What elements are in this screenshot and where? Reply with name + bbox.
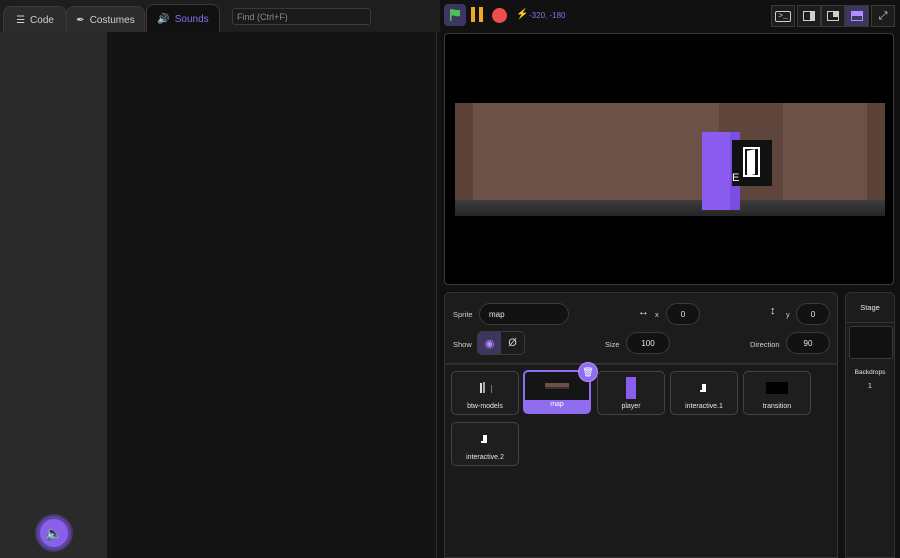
- trash-icon: 🗑: [582, 366, 594, 377]
- editor-tab-bar: ☰ Code ✒ Costumes 🔊 Sounds: [0, 0, 440, 33]
- stage-canvas[interactable]: E: [444, 33, 894, 285]
- direction-label: Direction: [750, 340, 780, 349]
- room-backdrop: [455, 103, 885, 216]
- size-input[interactable]: 100: [626, 332, 670, 354]
- editor-window: ☰ Code ✒ Costumes 🔊 Sounds 🔈 ⚡ -320, -18…: [0, 0, 900, 558]
- tab-code[interactable]: ☰ Code: [3, 6, 67, 33]
- sprite-tile-btw-models[interactable]: btw-models: [451, 371, 519, 415]
- sprite-tile-interactive-1[interactable]: interactive.1: [670, 371, 738, 415]
- transition-thumbnail: [766, 382, 788, 394]
- stop-button[interactable]: [492, 8, 507, 23]
- tab-code-label: Code: [30, 14, 54, 26]
- sprite-tile-name: interactive.2: [466, 454, 504, 461]
- pause-icon-bar: [479, 7, 483, 22]
- terminal-button[interactable]: >_: [771, 5, 795, 27]
- vertical-arrows-icon: ↕: [770, 305, 776, 317]
- sprite-thumbnail: [452, 375, 518, 401]
- sprite-thumbnail: [598, 375, 664, 401]
- visibility-toggle: ◉ Ø: [477, 331, 525, 355]
- small-stage-icon: [827, 11, 839, 21]
- small-stage-button[interactable]: [821, 5, 845, 27]
- sprite-tile-map[interactable]: map 🗑: [523, 362, 598, 414]
- large-stage-button[interactable]: [845, 5, 869, 27]
- sprite-thumbnail: [671, 375, 737, 401]
- show-sprite-button[interactable]: ◉: [478, 332, 501, 354]
- stage-pane-title: Stage: [846, 293, 894, 323]
- door-prompt: E: [732, 140, 772, 186]
- stage-thumbnail[interactable]: [849, 326, 893, 359]
- sprite-tile-name: btw-models: [467, 403, 503, 410]
- backdrops-count: 1: [868, 383, 872, 390]
- sprite-name-input[interactable]: map: [479, 303, 569, 325]
- terminal-icon: >_: [775, 10, 791, 22]
- speaker-icon: 🔊: [157, 13, 170, 25]
- sprite-list: btw-models map 🗑 player interactive.1 tr…: [444, 362, 838, 558]
- find-input[interactable]: [232, 8, 371, 25]
- size-label: Size: [605, 340, 620, 349]
- sprite-tile-transition[interactable]: transition: [743, 371, 811, 415]
- door-icon: [743, 147, 760, 177]
- eye-off-icon: Ø: [508, 337, 517, 349]
- large-stage-icon: [851, 11, 863, 21]
- show-label: Show: [453, 340, 472, 349]
- direction-input[interactable]: 90: [786, 332, 830, 354]
- sprite-label: Sprite: [453, 310, 473, 319]
- tab-costumes[interactable]: ✒ Costumes: [66, 6, 145, 33]
- pause-button[interactable]: [469, 7, 485, 23]
- room-wall-left: [455, 103, 473, 203]
- btw-models-thumbnail: [480, 382, 492, 393]
- eye-icon: ◉: [484, 337, 495, 350]
- layout-sidebar-icon: [803, 11, 815, 21]
- tab-costumes-label: Costumes: [89, 14, 135, 26]
- sprite-tile-name: player: [621, 403, 641, 410]
- horizontal-arrows-icon: ↔: [638, 306, 649, 318]
- room-wall-right: [867, 103, 885, 203]
- sound-list-panel[interactable]: [0, 32, 107, 558]
- map-thumbnail: [545, 383, 569, 389]
- sprite-info-panel: Sprite map ↔ x 0 ↕ y 0 Show ◉ Ø Size 100…: [444, 292, 838, 364]
- sprite-tile-interactive-2[interactable]: interactive.2: [451, 422, 519, 466]
- add-sound-button[interactable]: 🔈: [37, 516, 71, 550]
- sprite-thumbnail: [452, 426, 518, 452]
- hide-sprite-button[interactable]: Ø: [501, 332, 524, 354]
- green-flag-button[interactable]: [444, 4, 466, 26]
- tab-sounds-label: Sounds: [174, 13, 209, 25]
- fullscreen-button[interactable]: ⤢: [871, 5, 895, 27]
- player-thumbnail: [626, 377, 636, 399]
- layout-sidebar-button[interactable]: [797, 5, 821, 27]
- delete-sprite-button[interactable]: 🗑: [578, 362, 598, 382]
- interactive-1-thumbnail: [700, 384, 706, 392]
- sprite-tile-name: transition: [762, 403, 792, 410]
- backdrops-label: Backdrops: [854, 369, 886, 376]
- pause-icon-bar: [471, 7, 475, 22]
- sprite-thumbnail: [744, 375, 810, 401]
- brush-icon: ✒: [76, 14, 85, 26]
- x-input[interactable]: 0: [666, 303, 700, 325]
- sprite-tile-player[interactable]: player: [597, 371, 665, 415]
- y-label: y: [786, 310, 790, 319]
- fullscreen-icon: ⤢: [878, 9, 888, 22]
- room-floor: [455, 200, 885, 216]
- mouse-coordinates: -320, -180: [529, 11, 566, 20]
- x-label: x: [655, 310, 659, 319]
- stage-target-panel[interactable]: Stage Backdrops 1: [845, 292, 895, 558]
- sprite-tile-name: map: [550, 401, 564, 408]
- sound-editor-area[interactable]: [107, 32, 437, 558]
- green-flag-icon: [450, 9, 460, 21]
- tab-sounds[interactable]: 🔊 Sounds: [146, 4, 220, 33]
- code-icon: ☰: [16, 14, 26, 26]
- turbo-mode-icon[interactable]: ⚡: [516, 9, 528, 20]
- interactive-2-thumbnail: [481, 435, 487, 443]
- y-input[interactable]: 0: [796, 303, 830, 325]
- add-sound-icon: 🔈: [45, 524, 63, 541]
- interact-key-label: E: [732, 172, 740, 184]
- sprite-tile-name: interactive.1: [685, 403, 723, 410]
